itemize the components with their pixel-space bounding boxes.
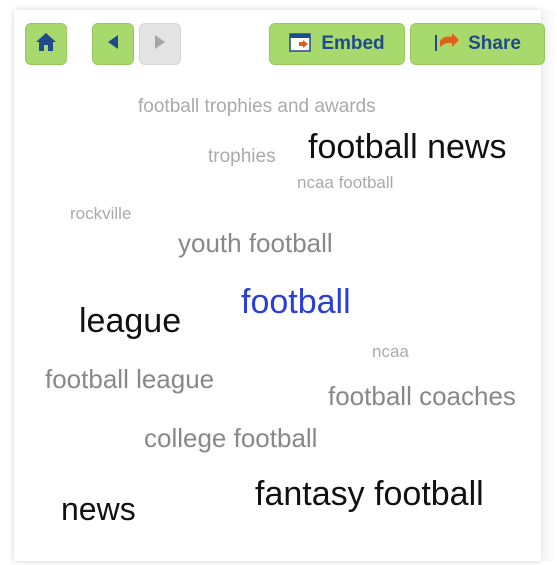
widget-frame: Embed Share football trophies and awards… <box>0 0 557 565</box>
word-cloud: football trophies and awards trophies fo… <box>14 75 541 555</box>
cloud-word[interactable]: football news <box>308 130 506 164</box>
home-button[interactable] <box>25 23 67 65</box>
panel-edge <box>543 10 557 561</box>
cloud-word[interactable]: trophies <box>208 147 276 166</box>
share-button[interactable]: Share <box>410 23 545 65</box>
embed-label: Embed <box>321 33 385 54</box>
cloud-word[interactable]: youth football <box>178 230 333 256</box>
cloud-word[interactable]: football league <box>45 366 214 392</box>
cloud-word[interactable]: fantasy football <box>255 477 484 511</box>
arrow-left-icon <box>106 34 120 55</box>
cloud-word[interactable]: football <box>241 285 351 319</box>
home-icon <box>35 32 57 57</box>
cloud-word[interactable]: football trophies and awards <box>138 97 376 116</box>
embed-icon <box>289 31 313 58</box>
share-icon <box>434 31 460 58</box>
share-label: Share <box>468 33 521 54</box>
cloud-word[interactable]: football coaches <box>328 383 516 409</box>
cloud-word[interactable]: college football <box>144 425 317 451</box>
cloud-word[interactable]: news <box>61 493 136 525</box>
cloud-word[interactable]: league <box>79 304 181 338</box>
arrow-right-icon <box>153 34 167 55</box>
forward-button[interactable] <box>139 23 181 65</box>
embed-button[interactable]: Embed <box>269 23 405 65</box>
cloud-word[interactable]: ncaa <box>372 343 409 360</box>
back-button[interactable] <box>92 23 134 65</box>
cloud-word[interactable]: rockville <box>70 205 131 222</box>
cloud-word[interactable]: ncaa football <box>297 174 393 191</box>
